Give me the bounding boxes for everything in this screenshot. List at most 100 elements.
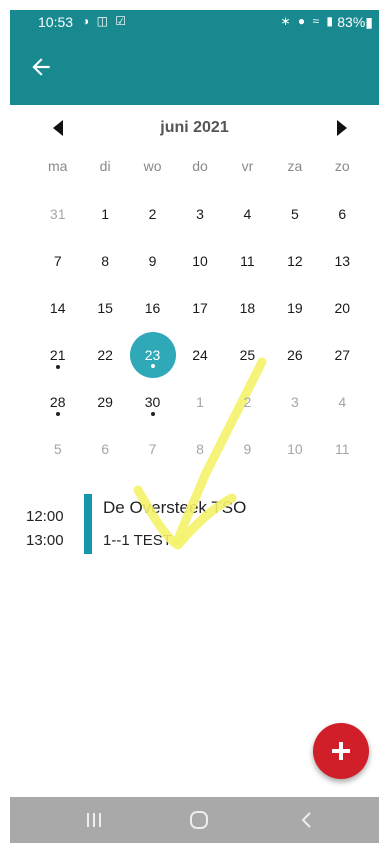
day-cell[interactable]: 1 — [81, 190, 128, 237]
day-cell[interactable]: 24 — [176, 331, 223, 378]
day-cell[interactable]: 3 — [176, 190, 223, 237]
bluetooth-icon: ∗ — [280, 14, 293, 28]
day-cell[interactable]: 29 — [81, 378, 128, 425]
status-system-icons: ∗ ● ≈ ▮ — [280, 14, 335, 28]
day-cell[interactable]: 6 — [81, 425, 128, 472]
event-subtitle: 1--1 TEST — [103, 532, 172, 549]
day-cell[interactable]: 2 — [129, 190, 176, 237]
day-number: 31 — [49, 205, 66, 222]
event-start-time: 12:00 — [26, 508, 64, 525]
recent-apps-icon[interactable] — [82, 809, 106, 831]
day-number: 17 — [192, 299, 208, 316]
back-arrow-icon[interactable] — [28, 54, 54, 80]
signal-icon: ▮ — [326, 14, 335, 28]
day-cell[interactable]: 7 — [129, 425, 176, 472]
day-cell[interactable]: 1 — [176, 378, 223, 425]
day-number: 4 — [243, 205, 252, 222]
day-cell[interactable]: 12 — [271, 237, 318, 284]
day-number: 9 — [243, 440, 252, 457]
day-number: 8 — [101, 252, 110, 269]
day-cell[interactable]: 4 — [224, 190, 271, 237]
back-nav-icon[interactable] — [295, 809, 319, 831]
calendar-grid: 31 1 2 3 4 5 6 7 8 9 10 11 12 13 14 15 16 17 18 19 20 21 22 23 2… — [34, 190, 366, 472]
day-cell[interactable]: 31 — [34, 190, 81, 237]
day-cell[interactable]: 27 — [319, 331, 366, 378]
status-bar: 10:53 ◑ ◫ ☑ ∗ ● ≈ ▮ 83%▮ — [10, 10, 379, 34]
day-number: 10 — [192, 252, 208, 269]
day-cell[interactable]: 19 — [271, 284, 318, 331]
day-number: 18 — [239, 299, 256, 316]
event-dot-icon — [150, 364, 155, 368]
month-navigation: juni 2021 — [10, 105, 379, 151]
day-number: 11 — [335, 440, 350, 457]
event-end-time: 13:00 — [26, 532, 64, 549]
day-cell[interactable]: 9 — [129, 237, 176, 284]
day-number: 4 — [338, 393, 347, 410]
day-number: 27 — [334, 346, 351, 363]
day-cell-selected[interactable]: 23 — [129, 331, 176, 378]
day-number: 14 — [49, 299, 66, 316]
day-cell[interactable]: 16 — [129, 284, 176, 331]
event-title: De Oversteek TSO — [103, 498, 247, 517]
day-cell[interactable]: 10 — [271, 425, 318, 472]
battery-percent: 83% — [337, 14, 366, 30]
day-number: 2 — [243, 393, 252, 410]
day-cell[interactable]: 8 — [81, 237, 128, 284]
add-event-button[interactable] — [313, 723, 369, 779]
day-number: 19 — [287, 299, 303, 316]
day-number: 13 — [334, 252, 351, 269]
day-cell[interactable]: 14 — [34, 284, 81, 331]
day-cell[interactable]: 4 — [319, 378, 366, 425]
day-number: 6 — [101, 440, 110, 457]
weekday-label: vr — [241, 158, 254, 174]
day-number: 5 — [290, 205, 299, 222]
event-color-bar — [84, 494, 92, 554]
day-number: 9 — [148, 252, 157, 269]
day-cell[interactable]: 11 — [319, 425, 366, 472]
weekday-label: zo — [334, 158, 350, 174]
day-cell[interactable]: 9 — [224, 425, 271, 472]
day-cell[interactable]: 15 — [81, 284, 128, 331]
event-dot-icon — [55, 365, 60, 369]
day-cell[interactable]: 20 — [319, 284, 366, 331]
day-cell[interactable]: 6 — [319, 190, 366, 237]
day-cell[interactable]: 17 — [176, 284, 223, 331]
day-number: 3 — [196, 205, 204, 222]
day-cell[interactable]: 28 — [34, 378, 81, 425]
day-cell[interactable]: 7 — [34, 237, 81, 284]
day-cell[interactable]: 5 — [271, 190, 318, 237]
day-cell[interactable]: 26 — [271, 331, 318, 378]
day-cell[interactable]: 22 — [81, 331, 128, 378]
day-cell[interactable]: 18 — [224, 284, 271, 331]
month-title: juni 2021 — [160, 119, 229, 136]
day-cell[interactable]: 3 — [271, 378, 318, 425]
day-number: 1 — [101, 205, 110, 222]
day-cell[interactable]: 8 — [176, 425, 223, 472]
day-cell[interactable]: 25 — [224, 331, 271, 378]
day-number: 7 — [53, 252, 62, 269]
day-cell[interactable]: 5 — [34, 425, 81, 472]
day-cell[interactable]: 2 — [224, 378, 271, 425]
day-cell[interactable]: 21 — [34, 331, 81, 378]
weekday-label: wo — [143, 158, 162, 174]
day-cell[interactable]: 30 — [129, 378, 176, 425]
day-number: 6 — [338, 205, 347, 222]
system-nav-bar — [10, 797, 379, 843]
day-number: 15 — [97, 299, 113, 316]
day-cell[interactable]: 10 — [176, 237, 223, 284]
next-month-icon[interactable] — [332, 117, 352, 139]
day-number: 20 — [334, 299, 351, 316]
day-number: 24 — [192, 346, 208, 363]
event-dot-icon — [55, 412, 60, 416]
day-cell[interactable]: 11 — [224, 237, 271, 284]
weekday-label: do — [192, 158, 208, 174]
home-icon[interactable] — [187, 809, 211, 831]
weekday-label: ma — [47, 158, 68, 174]
day-cell[interactable]: 13 — [319, 237, 366, 284]
day-number: 30 — [144, 393, 161, 410]
day-number: 7 — [148, 440, 157, 457]
day-number: 22 — [97, 346, 113, 363]
day-number: 8 — [196, 440, 204, 457]
battery-indicator: 83%▮ — [337, 14, 373, 31]
event-item[interactable]: 12:00 13:00 De Oversteek TSO 1--1 TEST — [10, 488, 379, 568]
